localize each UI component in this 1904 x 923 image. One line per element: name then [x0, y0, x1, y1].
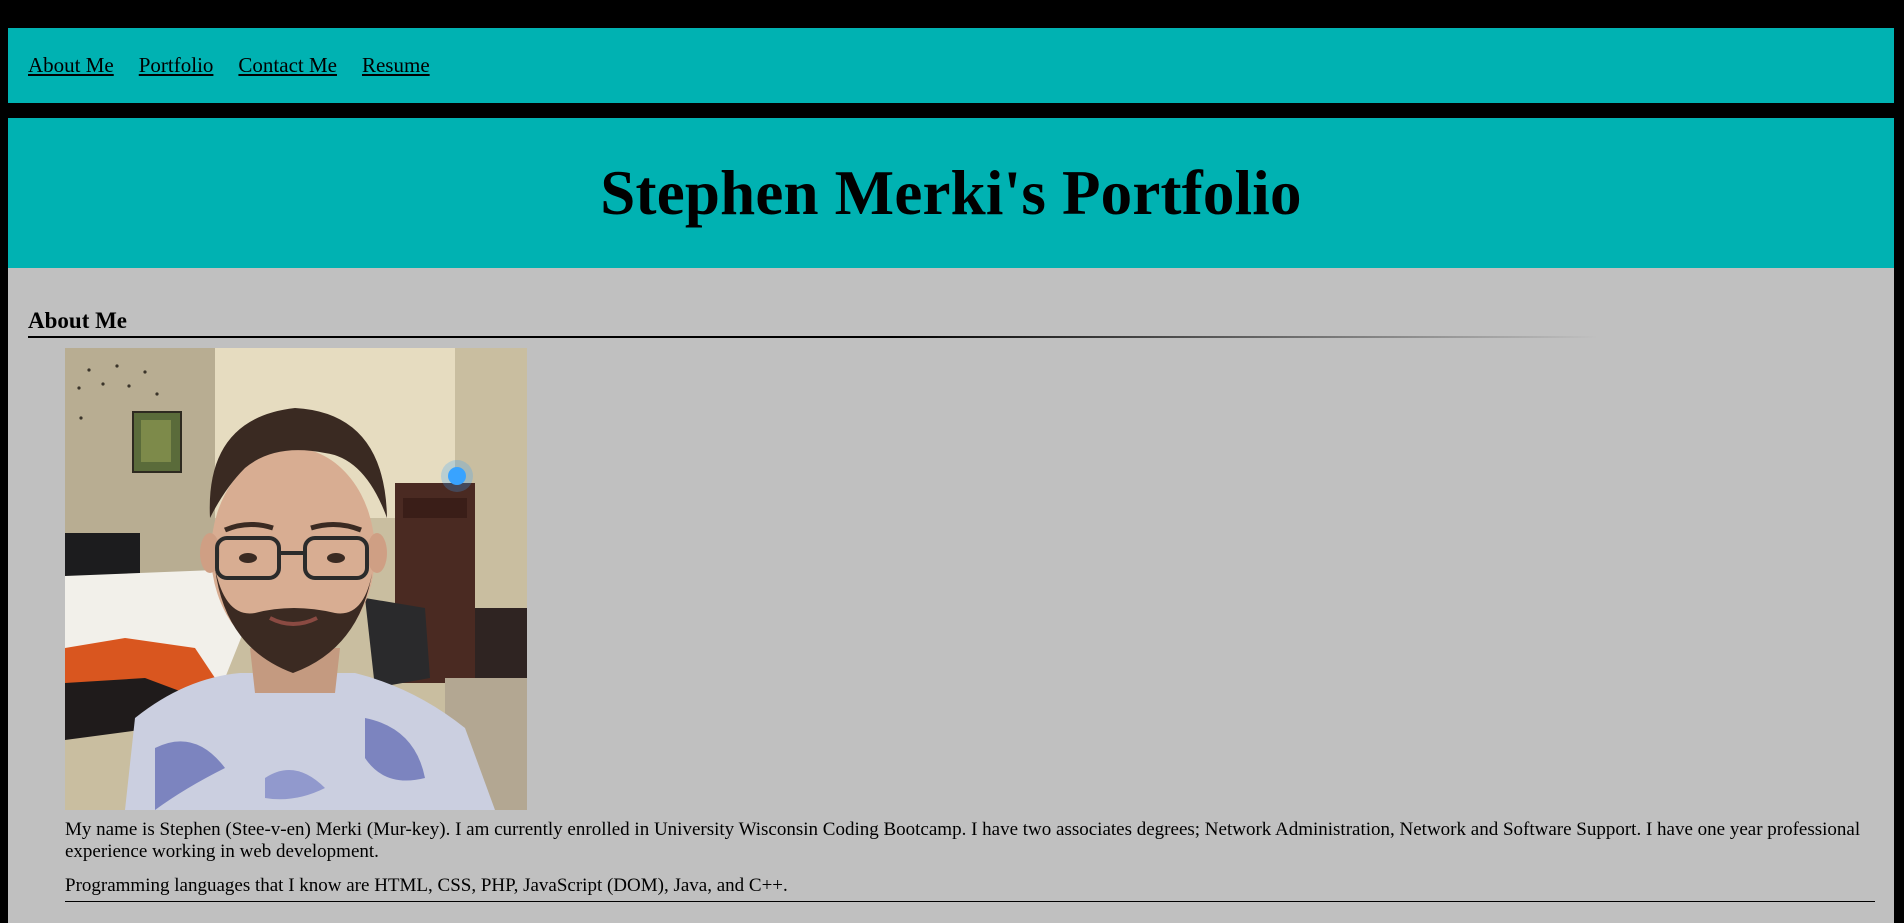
hero-header: Stephen Merki's Portfolio: [8, 118, 1894, 268]
section-heading: About Me: [28, 308, 128, 333]
section-divider: [65, 901, 1875, 902]
page-title: Stephen Merki's Portfolio: [600, 157, 1302, 228]
profile-photo: [65, 348, 527, 810]
nav-bar: About Me Portfolio Contact Me Resume: [8, 28, 1894, 103]
languages-paragraph: Programming languages that I know are HT…: [65, 875, 788, 896]
nav-link-portfolio[interactable]: Portfolio: [139, 53, 214, 78]
about-section: About Me My name is Stephen (Stee-v-en) …: [8, 268, 1894, 923]
nav-link-contact-me[interactable]: Contact Me: [238, 53, 337, 78]
nav-list: About Me Portfolio Contact Me Resume: [8, 53, 455, 78]
nav-link-resume[interactable]: Resume: [362, 53, 430, 78]
bio-paragraph: My name is Stephen (Stee-v-en) Merki (Mu…: [65, 819, 1861, 862]
heading-divider: [28, 336, 1598, 338]
nav-link-about-me[interactable]: About Me: [28, 53, 114, 78]
